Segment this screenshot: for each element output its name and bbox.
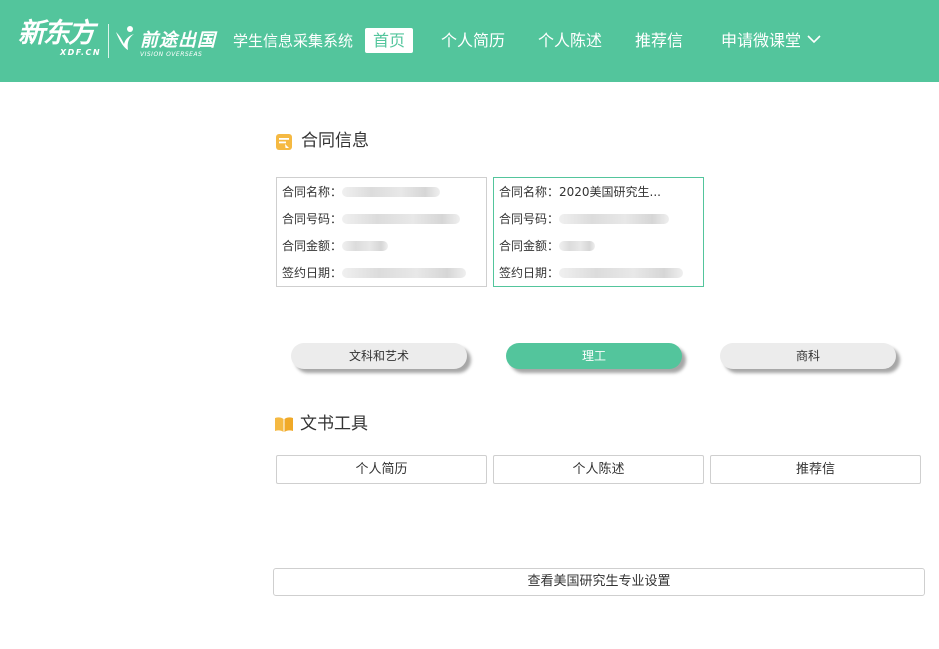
contract-number-row: 合同号码： [282, 211, 461, 227]
contract-name-label: 合同名称： [282, 185, 343, 199]
tool-recommendation-button[interactable]: 推荐信 [710, 455, 921, 484]
contract-name-value: 2020美国研究生... [559, 185, 661, 199]
vision-overseas-logo: 前途出国 VISION OVERSEAS [114, 22, 219, 60]
tools-section-title: 文书工具 [300, 414, 368, 434]
contract-card-2[interactable]: 合同名称：2020美国研究生... 合同号码： 合同金额： 签约日期： [493, 177, 704, 287]
contract-number-row: 合同号码： [499, 211, 670, 227]
contract-name-row: 合同名称：2020美国研究生... [499, 184, 661, 200]
vision-logo-text: 前途出国 [140, 30, 216, 51]
tool-statement-button[interactable]: 个人陈述 [493, 455, 704, 484]
xdf-logo-text: 新东方 [18, 18, 95, 49]
book-icon [275, 417, 293, 432]
contract-amount-row: 合同金额： [499, 238, 596, 254]
contract-name-row: 合同名称： [282, 184, 441, 200]
category-stem-button[interactable]: 理工 [506, 343, 682, 369]
contract-amount-label: 合同金额： [282, 239, 343, 253]
contract-number-value [342, 213, 461, 224]
contract-amount-label: 合同金额： [499, 239, 560, 253]
contract-section-title: 合同信息 [301, 131, 369, 151]
contract-amount-value [559, 240, 596, 251]
tool-resume-button[interactable]: 个人简历 [276, 455, 487, 484]
contract-number-value [559, 213, 670, 224]
vision-logo-subtext: VISION OVERSEAS [140, 51, 203, 58]
contract-date-value [342, 267, 467, 278]
category-business-button[interactable]: 商科 [720, 343, 896, 369]
contract-name-value [342, 186, 441, 197]
contract-number-label: 合同号码： [282, 212, 343, 226]
logo-divider [108, 24, 109, 58]
contract-amount-row: 合同金额： [282, 238, 389, 254]
top-navigation-bar: 新东方 XDF.CN 前途出国 VISION OVERSEAS 学生信息采集系统… [0, 0, 939, 82]
chevron-down-icon[interactable] [806, 33, 822, 45]
system-title: 学生信息采集系统 [233, 32, 354, 50]
runner-icon [116, 26, 134, 50]
contract-date-row: 签约日期： [499, 265, 684, 281]
category-liberal-arts-button[interactable]: 文科和艺术 [291, 343, 467, 369]
xdf-logo-domain: XDF.CN [60, 48, 102, 57]
contract-number-label: 合同号码： [499, 212, 560, 226]
contract-card-1[interactable]: 合同名称： 合同号码： 合同金额： 签约日期： [276, 177, 487, 287]
contract-date-row: 签约日期： [282, 265, 467, 281]
nav-statement-link[interactable]: 个人陈述 [538, 31, 602, 51]
nav-microclass-dropdown[interactable]: 申请微课堂 [721, 31, 801, 51]
nav-home-button[interactable]: 首页 [365, 28, 413, 53]
contract-amount-value [342, 240, 389, 251]
contract-name-label: 合同名称： [499, 185, 560, 199]
nav-recommendation-link[interactable]: 推荐信 [635, 31, 683, 51]
view-program-settings-button[interactable]: 查看美国研究生专业设置 [273, 568, 925, 596]
nav-resume-link[interactable]: 个人简历 [441, 31, 505, 51]
contract-date-label: 签约日期： [499, 266, 560, 280]
contract-date-label: 签约日期： [282, 266, 343, 280]
contract-date-value [559, 267, 684, 278]
document-icon [276, 134, 292, 150]
xdf-logo[interactable]: 新东方 XDF.CN [18, 18, 100, 58]
